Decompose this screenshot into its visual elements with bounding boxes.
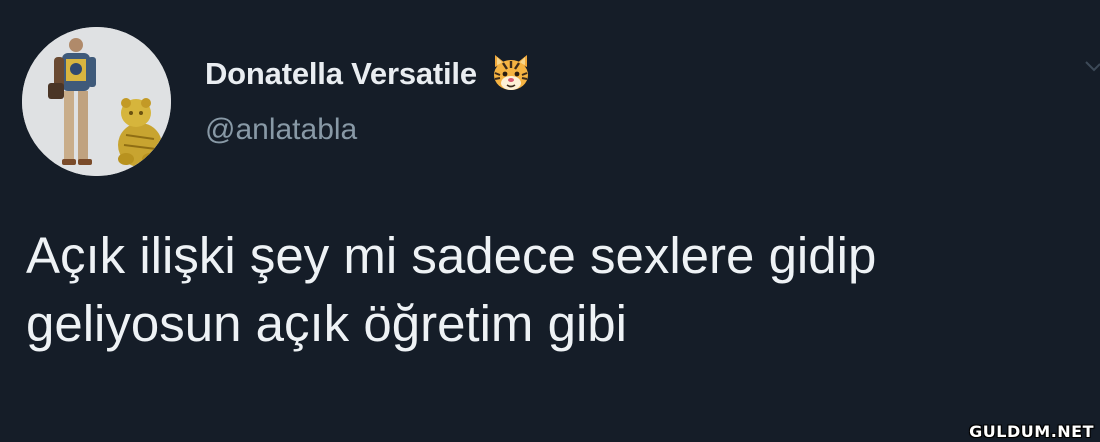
tweet-text-line: Açık ilişki şey mi sadece sexlere gidip bbox=[26, 227, 877, 284]
tiger-face-emoji-icon bbox=[487, 51, 535, 97]
watermark: GULDUM.NET bbox=[969, 422, 1094, 441]
display-name-row: Donatella Versatile bbox=[205, 52, 535, 96]
tweet-card: Donatella Versatile @anlatabla Açık iliş… bbox=[0, 0, 1100, 442]
display-name[interactable]: Donatella Versatile bbox=[205, 56, 477, 92]
avatar[interactable] bbox=[22, 27, 171, 176]
tweet-text-line: geliyosun açık öğretim gibi bbox=[26, 295, 627, 352]
avatar-image bbox=[22, 27, 171, 176]
tweet-text: Açık ilişki şey mi sadece sexlere gidip … bbox=[26, 222, 1086, 358]
chevron-down-icon[interactable] bbox=[1084, 56, 1100, 78]
user-handle[interactable]: @anlatabla bbox=[205, 113, 357, 147]
